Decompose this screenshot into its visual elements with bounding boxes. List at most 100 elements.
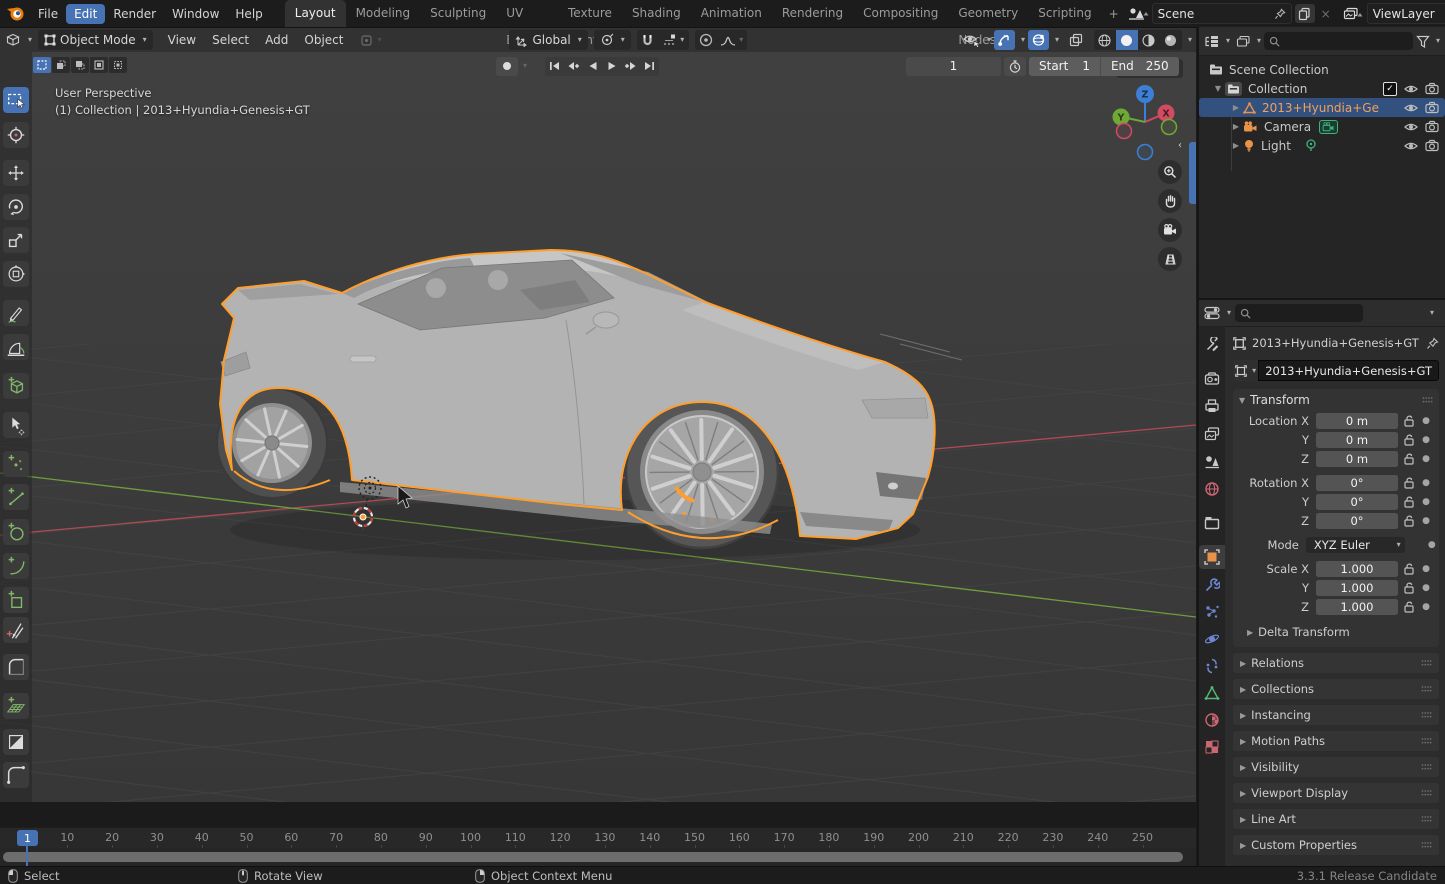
scale-y-field[interactable]: 1.000	[1316, 580, 1398, 596]
rotate-tool[interactable]	[3, 194, 29, 220]
animate-dot-icon[interactable]: ●	[1420, 454, 1432, 464]
object-types-chevron-icon[interactable]: ▾	[987, 36, 991, 44]
section-collections[interactable]: ▶Collections	[1233, 679, 1439, 699]
properties-tab-object-icon[interactable]	[1199, 545, 1225, 569]
properties-tab-object-data-icon[interactable]	[1199, 681, 1225, 705]
end-frame-field[interactable]: End250	[1101, 59, 1179, 73]
expand-object-icon[interactable]: ▶	[1229, 122, 1243, 131]
properties-tab-scene-icon[interactable]	[1199, 449, 1225, 473]
outliner-row-light[interactable]: ▶ Light	[1199, 136, 1445, 155]
editor-type-properties-icon[interactable]	[1204, 306, 1220, 320]
camera-data-badge-icon[interactable]	[1319, 120, 1338, 134]
orthographic-toggle-button[interactable]	[1158, 247, 1182, 271]
overlays-toggle[interactable]	[1028, 30, 1049, 50]
add-grid-tool[interactable]	[3, 693, 29, 719]
select-box-tool[interactable]	[3, 87, 29, 113]
section-custom-properties[interactable]: ▶Custom Properties	[1233, 835, 1439, 855]
shading-chevron-icon[interactable]: ▾	[1188, 36, 1192, 44]
3d-viewport[interactable]: Z Y X	[0, 52, 1196, 802]
properties-tab-tool-icon[interactable]	[1199, 333, 1225, 357]
shading-wireframe-icon[interactable]	[1094, 30, 1116, 50]
snap-toggle-magnet-icon[interactable]	[637, 30, 659, 50]
shading-material-icon[interactable]	[1138, 30, 1160, 50]
select-mode-invert-icon[interactable]	[90, 57, 108, 73]
section-line-art[interactable]: ▶Line Art	[1233, 809, 1439, 829]
scale-tool[interactable]	[3, 227, 29, 253]
lock-open-icon[interactable]	[1398, 496, 1420, 508]
fillet-tool[interactable]	[3, 762, 29, 788]
tab-layout[interactable]: Layout	[285, 0, 346, 27]
select-mode-intersect-icon[interactable]	[109, 57, 127, 73]
outliner-row-scene-collection[interactable]: Scene Collection	[1199, 60, 1445, 79]
menu-window[interactable]: Window	[164, 4, 227, 24]
location-y-field[interactable]: 0 m	[1316, 432, 1398, 448]
lock-open-icon[interactable]	[1398, 563, 1420, 575]
proportional-edit-toggle-icon[interactable]	[695, 30, 717, 50]
properties-editor-chevron-icon[interactable]: ▾	[1227, 309, 1231, 317]
sidebar-tab[interactable]	[1189, 142, 1196, 204]
section-visibility[interactable]: ▶Visibility	[1233, 757, 1439, 777]
pin-icon[interactable]	[1274, 8, 1286, 20]
lock-open-icon[interactable]	[1398, 477, 1420, 489]
properties-options-chevron-icon[interactable]: ▾	[1430, 309, 1434, 317]
filter-icon[interactable]	[1416, 35, 1430, 48]
animate-dot-icon[interactable]: ●	[1420, 583, 1432, 593]
transform-panel-header[interactable]: ▼ Transform	[1233, 389, 1439, 411]
prev-keyframe-button[interactable]	[564, 57, 583, 76]
breadcrumb-object-name[interactable]: 2013+Hyundia+Genesis+GT	[1252, 336, 1419, 350]
camera-visibility-icon[interactable]	[1425, 101, 1439, 114]
drag-handle-icon[interactable]	[1421, 841, 1432, 849]
properties-tab-particles-icon[interactable]	[1199, 600, 1225, 624]
properties-tab-output-icon[interactable]	[1199, 394, 1225, 418]
menu-select[interactable]: Select	[205, 33, 256, 47]
measure-tool[interactable]	[3, 334, 29, 360]
zoom-button[interactable]	[1158, 160, 1182, 184]
animate-dot-icon[interactable]: ●	[1420, 516, 1432, 526]
sidebar-collapse-icon[interactable]: ‹	[1178, 140, 1182, 151]
tweak-tool[interactable]	[3, 412, 29, 438]
rotation-z-field[interactable]: 0°	[1316, 513, 1398, 529]
add-workspace-button[interactable]: +	[1102, 7, 1126, 21]
animate-dot-icon[interactable]: ●	[1427, 540, 1437, 550]
playhead[interactable]	[26, 845, 28, 866]
menu-add[interactable]: Add	[258, 33, 295, 47]
viewlayer-name-field[interactable]: ViewLayer	[1367, 3, 1445, 24]
browse-object-button[interactable]: ▾	[1233, 360, 1258, 381]
current-frame-field[interactable]: 1	[906, 57, 1001, 76]
proportional-falloff-dropdown[interactable]: ▾	[717, 30, 747, 50]
camera-visibility-icon[interactable]	[1425, 139, 1439, 152]
viewport-canvas[interactable]: Z Y X	[0, 52, 1196, 802]
current-frame-badge[interactable]: 1	[17, 830, 38, 846]
scene-name-field[interactable]: Scene	[1152, 3, 1292, 24]
drag-handle-icon[interactable]	[1422, 396, 1433, 404]
unlink-scene-button[interactable]: ×	[1317, 7, 1335, 21]
jump-to-start-button[interactable]	[545, 57, 564, 76]
properties-tab-modifiers-icon[interactable]	[1199, 573, 1225, 597]
expand-object-icon[interactable]: ▶	[1229, 141, 1243, 150]
tab-sculpting[interactable]: Sculpting	[420, 0, 496, 27]
overlays-chevron-icon[interactable]: ▾	[1055, 36, 1059, 44]
tab-geometry-nodes[interactable]: Geometry Nodes	[948, 0, 1028, 27]
trim-tool[interactable]	[3, 729, 29, 755]
jump-to-end-button[interactable]	[640, 57, 659, 76]
move-tool[interactable]	[3, 160, 29, 186]
section-viewport-display[interactable]: ▶Viewport Display	[1233, 783, 1439, 803]
gizmo-x-neg-axis[interactable]	[1117, 124, 1132, 139]
drag-handle-icon[interactable]	[1421, 737, 1432, 745]
properties-tab-world-icon[interactable]	[1199, 477, 1225, 501]
menu-edit[interactable]: Edit	[66, 4, 105, 24]
transform-orientation-dropdown[interactable]: Global▾	[509, 30, 587, 50]
shading-solid-icon[interactable]	[1116, 30, 1138, 50]
timeline-scrollbar[interactable]	[3, 852, 1183, 862]
add-cube-tool[interactable]	[3, 373, 29, 399]
show-object-types-icon[interactable]	[963, 33, 981, 47]
display-mode-dropdown[interactable]	[1204, 35, 1220, 48]
tab-animation[interactable]: Animation	[691, 0, 772, 27]
checkbox-checked-icon[interactable]: ✓	[1383, 82, 1397, 96]
eye-icon[interactable]	[1404, 121, 1418, 133]
lock-open-icon[interactable]	[1398, 582, 1420, 594]
drag-handle-icon[interactable]	[1421, 685, 1432, 693]
scene-browse-icon[interactable]	[1126, 6, 1150, 21]
properties-tab-constraints-icon[interactable]	[1199, 654, 1225, 678]
gizmo-z-neg-axis[interactable]	[1138, 145, 1153, 160]
